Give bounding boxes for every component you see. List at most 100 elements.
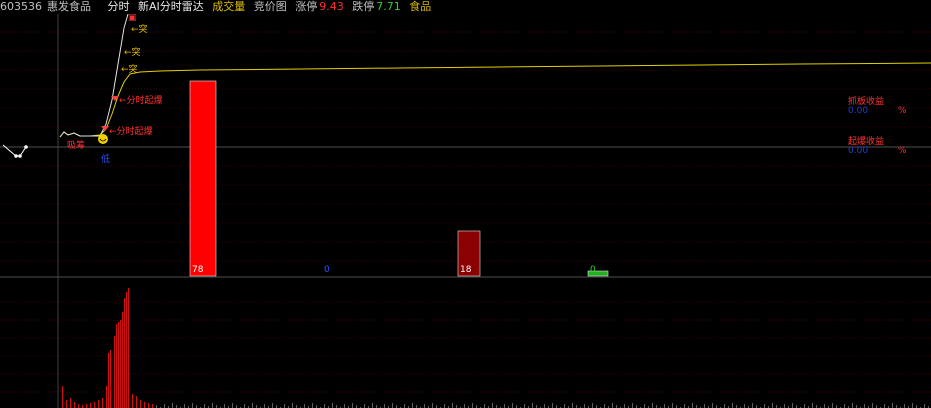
volume-bar: [118, 322, 120, 408]
volume-bar: [324, 404, 325, 408]
surge-signal[interactable]: ←分时起爆: [119, 93, 163, 106]
volume-bar: [712, 403, 713, 408]
tab-bid-chart[interactable]: 竞价图: [254, 0, 287, 13]
surge-return-value: 0.00: [848, 146, 869, 156]
volume-bar: [724, 404, 725, 408]
volume-bar: [284, 404, 285, 408]
volume-bar: [492, 403, 493, 408]
volume-bar: [90, 403, 92, 408]
intraday-chart[interactable]: [0, 14, 931, 408]
volume-bar: [752, 403, 753, 408]
low-signal[interactable]: 低: [101, 152, 110, 165]
volume-bar: [652, 403, 653, 408]
volume-bar: [464, 404, 465, 408]
volume-bar: [86, 404, 88, 408]
volume-bar: [124, 298, 126, 408]
volume-bar: [804, 404, 805, 408]
signal-bar-value: 0: [324, 265, 330, 275]
volume-bar: [644, 404, 645, 408]
volume-bar: [884, 404, 885, 408]
volume-bar: [332, 403, 333, 408]
volume-bar: [78, 404, 80, 408]
volume-bar: [312, 403, 313, 408]
signal-bar[interactable]: [189, 80, 217, 277]
chart-grid: [0, 31, 931, 393]
signal-bar-value: 18: [460, 265, 472, 275]
tab-volume[interactable]: 成交量: [212, 0, 245, 13]
break-signal[interactable]: ←突: [121, 62, 138, 75]
volume-bar: [392, 403, 393, 408]
suction-signal[interactable]: 吸筹: [67, 138, 85, 151]
surge-signal[interactable]: ←分时起爆: [109, 124, 153, 137]
volume-bar: [852, 403, 853, 408]
volume-bar: [704, 404, 705, 408]
signal-bars: [189, 80, 609, 277]
surge-label: 分时起爆: [126, 96, 163, 106]
volume-bar: [136, 396, 138, 408]
tab-intraday[interactable]: 分时: [108, 0, 130, 13]
volume-bar: [224, 404, 225, 408]
volume-bar: [244, 404, 245, 408]
top-marker: ▣: [128, 13, 137, 23]
volume-bar: [62, 386, 64, 408]
volume-bar: [584, 404, 585, 408]
volume-bar: [792, 403, 793, 408]
volume-bar: [106, 386, 108, 408]
volume-bar: [764, 404, 765, 408]
volume-bar: [864, 404, 865, 408]
break-signal[interactable]: ←突: [124, 45, 141, 58]
sector-label: 食品: [409, 0, 432, 13]
volume-bars: [62, 288, 929, 408]
volume-bar: [66, 400, 68, 408]
volume-bar: [544, 404, 545, 408]
volume-bar: [484, 404, 485, 408]
volume-bar: [172, 403, 173, 408]
volume-bar: [116, 324, 118, 408]
volume-bar: [832, 403, 833, 408]
stock-code: 603536: [0, 0, 42, 13]
limit-up-label: 涨停: [295, 0, 318, 13]
volume-bar: [524, 404, 525, 408]
volume-bar: [252, 403, 253, 408]
volume-bar: [372, 403, 373, 408]
volume-bar: [192, 403, 193, 408]
diamond-icon[interactable]: [101, 126, 109, 131]
volume-bar: [94, 402, 96, 408]
limit-down-label: 跌停: [352, 0, 375, 13]
volume-bar: [432, 403, 433, 408]
volume-bar: [604, 404, 605, 408]
smile-icon[interactable]: [98, 134, 108, 144]
volume-bar: [114, 336, 116, 408]
volume-bar: [344, 404, 345, 408]
title-bar: 603536 惠发食品 分时 新AI分时雷达 成交量 竞价图 涨停 9.43 跌停 7…: [0, 0, 931, 14]
volume-bar: [122, 312, 124, 408]
pre-market-dot: [24, 145, 28, 149]
volume-bar: [98, 400, 100, 408]
volume-bar: [74, 402, 76, 408]
volume-bar: [664, 404, 665, 408]
volume-bar: [352, 403, 353, 408]
volume-bar: [772, 403, 773, 408]
volume-bar: [148, 403, 150, 408]
volume-bar: [552, 403, 553, 408]
volume-bar: [924, 404, 925, 408]
volume-bar: [120, 320, 122, 408]
volume-bar: [744, 404, 745, 408]
stock-name: 惠发食品: [47, 0, 91, 13]
volume-bar: [784, 404, 785, 408]
volume-bar: [204, 404, 205, 408]
signal-bar-value: 0: [590, 265, 596, 275]
volume-bar: [144, 402, 146, 408]
board-return-unit: %: [898, 106, 907, 116]
surge-return-unit: %: [898, 146, 907, 156]
volume-bar: [424, 404, 425, 408]
tab-ai-radar[interactable]: 新AI分时雷达: [138, 0, 204, 13]
volume-bar: [126, 292, 128, 408]
volume-bar: [824, 404, 825, 408]
volume-bar: [684, 404, 685, 408]
volume-bar: [512, 403, 513, 408]
volume-bar: [304, 404, 305, 408]
volume-bar: [592, 403, 593, 408]
break-signal[interactable]: ←突: [131, 22, 148, 35]
surge-label: 分时起爆: [116, 127, 153, 137]
